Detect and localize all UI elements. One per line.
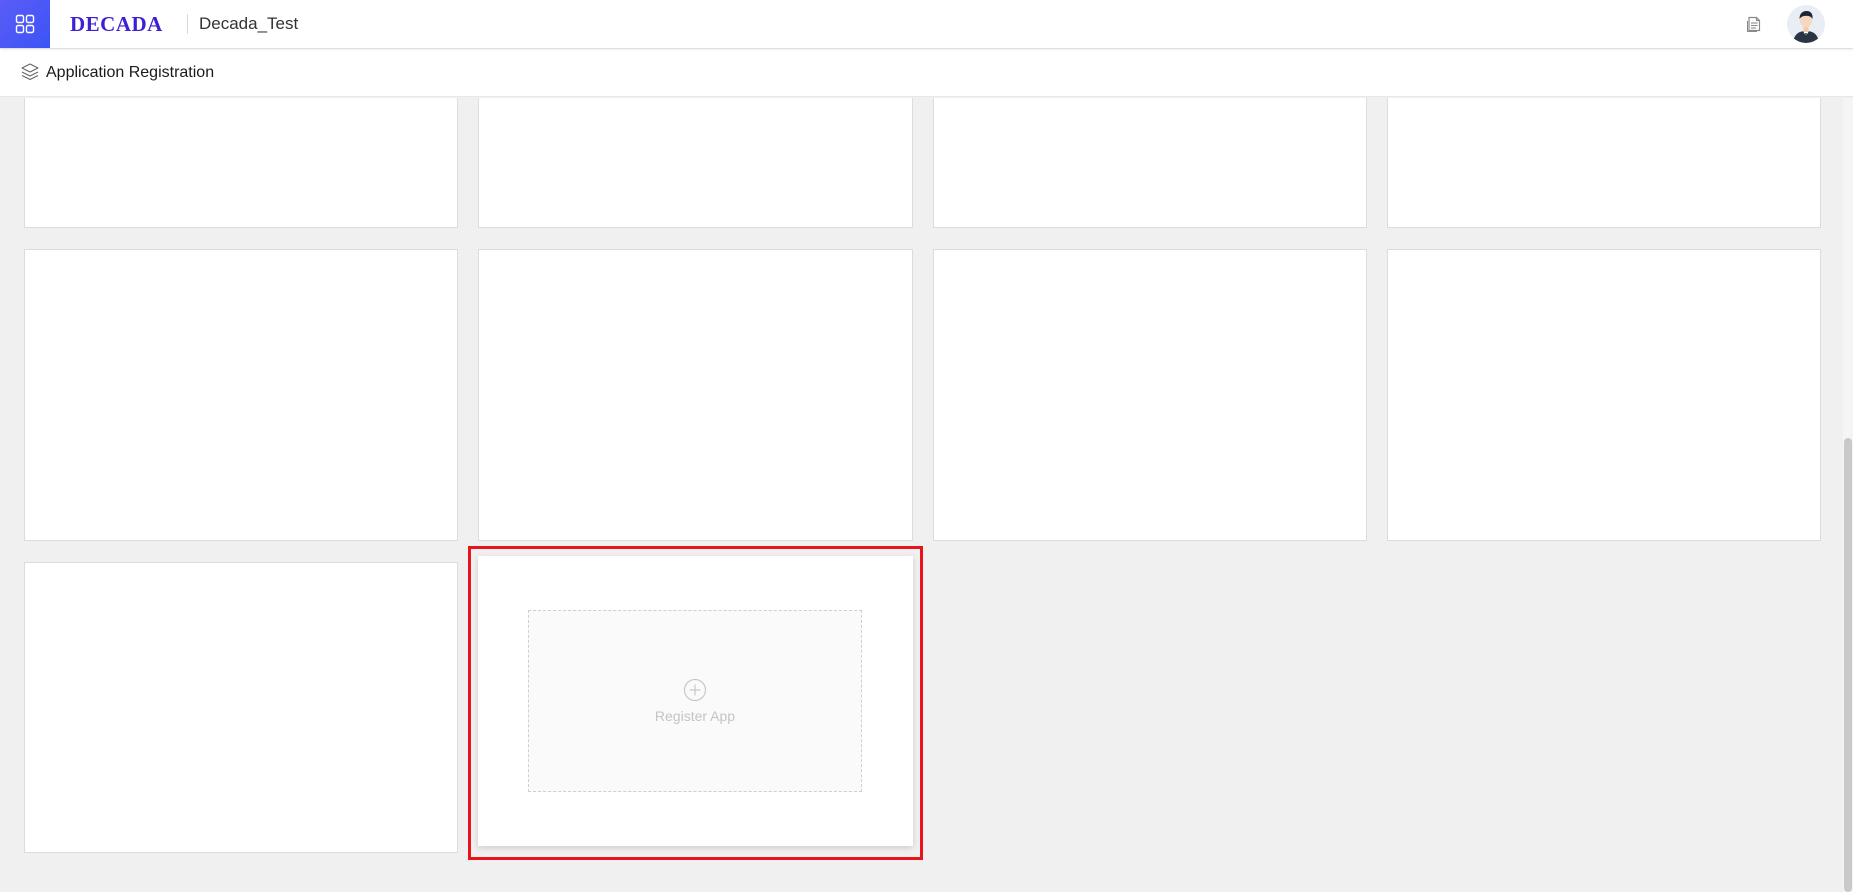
app-card[interactable] [933,249,1367,541]
page-header: Application Registration [0,49,1853,97]
register-app-dropzone[interactable]: Register App [528,610,862,792]
app-card[interactable] [933,98,1367,228]
app-card[interactable] [24,562,458,853]
header-divider [187,14,188,34]
user-avatar-icon [1787,5,1825,43]
register-app-card[interactable]: Register App [478,556,913,846]
decada-logo[interactable]: DECADA [70,12,163,36]
app-card[interactable] [1387,98,1821,228]
scrollbar-thumb[interactable] [1844,438,1852,892]
app-card[interactable] [478,98,913,228]
register-app-label: Register App [654,708,736,724]
documentation-button[interactable] [1743,13,1765,35]
app-card-grid: Register App [0,98,1843,892]
app-card[interactable] [1387,249,1821,541]
app-card[interactable] [24,98,458,228]
app-card[interactable] [478,249,913,541]
organization-name: Decada_Test [199,14,299,33]
page-title: Application Registration [46,64,215,81]
app-grid-icon [15,14,35,34]
app-grid-button[interactable] [0,0,50,48]
vertical-scrollbar[interactable] [1843,98,1853,892]
plus-circle-icon [683,678,707,702]
document-icon [1747,16,1761,32]
layers-icon [21,63,39,81]
user-avatar[interactable] [1787,5,1825,43]
app-card[interactable] [24,249,458,541]
top-bar: DECADA Decada_Test [0,0,1853,48]
